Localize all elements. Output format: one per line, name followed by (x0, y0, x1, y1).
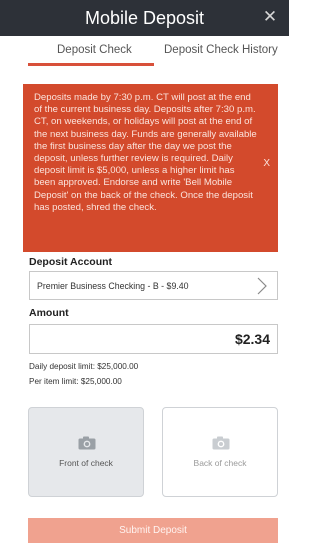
active-tab-indicator (28, 63, 154, 66)
chevron-right-icon (257, 277, 267, 295)
notice-dismiss-button[interactable]: X (263, 158, 270, 169)
back-of-check-label: Back of check (193, 458, 247, 468)
close-icon[interactable]: ✕ (260, 6, 280, 28)
deposit-account-label: Deposit Account (29, 256, 113, 268)
back-of-check-button[interactable]: Back of check (162, 407, 278, 497)
deposit-account-value: Premier Business Checking - B - $9.40 (37, 280, 189, 291)
notice-text: Deposits made by 7:30 p.m. CT will post … (34, 92, 257, 213)
header-bar: Mobile Deposit ✕ (0, 0, 289, 36)
amount-label: Amount (29, 307, 69, 319)
amount-input[interactable]: $2.34 (29, 324, 278, 354)
front-of-check-label: Front of check (59, 458, 113, 468)
tab-deposit-check-history[interactable]: Deposit Check History (164, 44, 278, 56)
camera-icon (212, 436, 230, 450)
tab-bar: Deposit Check Deposit Check History (0, 36, 289, 68)
tab-deposit-check[interactable]: Deposit Check (57, 44, 132, 56)
deposit-notice-banner: Deposits made by 7:30 p.m. CT will post … (23, 84, 278, 252)
amount-value: $2.34 (234, 331, 270, 347)
daily-limit-text: Daily deposit limit: $25,000.00 (29, 362, 139, 371)
front-of-check-button[interactable]: Front of check (28, 407, 144, 497)
per-item-limit-text: Per item limit: $25,000.00 (29, 377, 122, 386)
page-title: Mobile Deposit (84, 7, 205, 28)
submit-deposit-button[interactable]: Submit Deposit (28, 518, 278, 543)
camera-icon (78, 436, 96, 450)
deposit-account-select[interactable]: Premier Business Checking - B - $9.40 (29, 271, 278, 300)
